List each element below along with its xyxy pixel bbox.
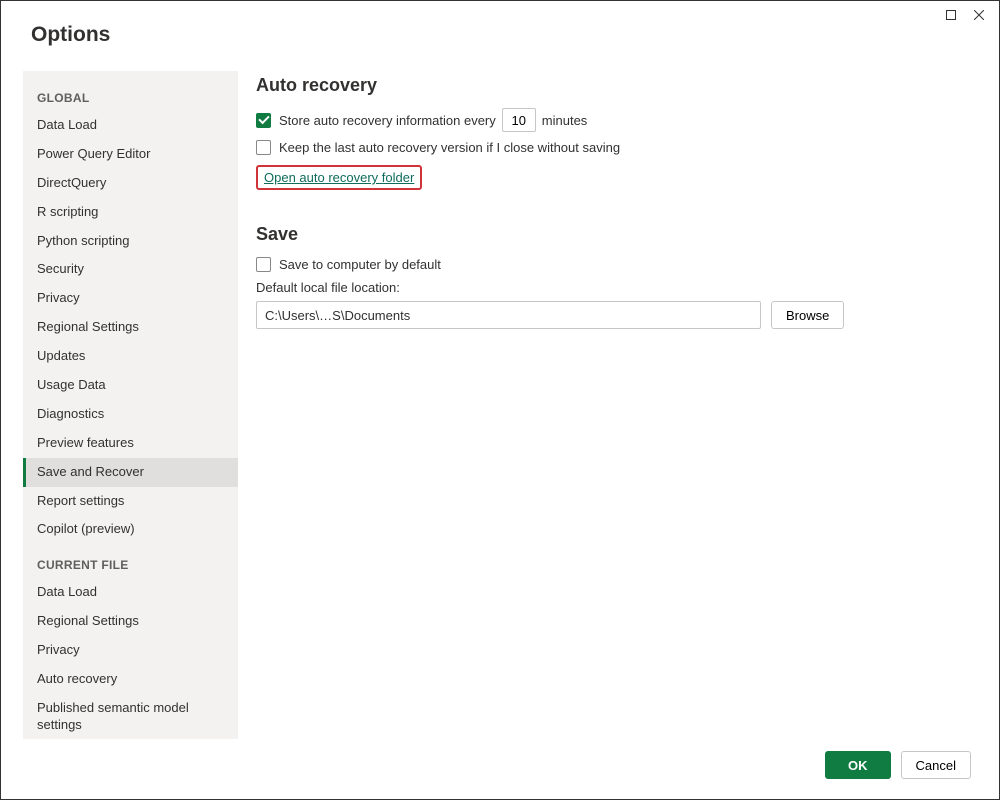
content-pane: Auto recovery Store auto recovery inform… bbox=[256, 71, 977, 739]
maximize-icon bbox=[946, 10, 956, 20]
window-close-button[interactable] bbox=[965, 4, 993, 26]
sidebar-item-published-semantic-model-settings[interactable]: Published semantic model settings bbox=[23, 694, 238, 739]
save-heading: Save bbox=[256, 224, 969, 245]
save-to-computer-label: Save to computer by default bbox=[279, 257, 441, 272]
cancel-button[interactable]: Cancel bbox=[901, 751, 971, 779]
auto-recovery-heading: Auto recovery bbox=[256, 75, 969, 96]
sidebar-item-data-load[interactable]: Data Load bbox=[23, 578, 238, 607]
save-to-computer-row: Save to computer by default bbox=[256, 257, 969, 272]
sidebar-item-privacy[interactable]: Privacy bbox=[23, 284, 238, 313]
sidebar-item-diagnostics[interactable]: Diagnostics bbox=[23, 400, 238, 429]
sidebar-item-report-settings[interactable]: Report settings bbox=[23, 487, 238, 516]
save-to-computer-checkbox[interactable] bbox=[256, 257, 271, 272]
close-icon bbox=[974, 10, 984, 20]
sidebar-item-r-scripting[interactable]: R scripting bbox=[23, 198, 238, 227]
sidebar-item-power-query-editor[interactable]: Power Query Editor bbox=[23, 140, 238, 169]
sidebar-item-copilot-preview-[interactable]: Copilot (preview) bbox=[23, 515, 238, 544]
keep-last-version-label: Keep the last auto recovery version if I… bbox=[279, 140, 620, 155]
store-auto-recovery-checkbox[interactable] bbox=[256, 113, 271, 128]
browse-button[interactable]: Browse bbox=[771, 301, 844, 329]
sidebar-section-header: CURRENT FILE bbox=[23, 544, 238, 578]
sidebar-item-usage-data[interactable]: Usage Data bbox=[23, 371, 238, 400]
sidebar-item-directquery[interactable]: DirectQuery bbox=[23, 169, 238, 198]
store-label-post: minutes bbox=[542, 113, 588, 128]
sidebar-item-python-scripting[interactable]: Python scripting bbox=[23, 227, 238, 256]
sidebar-item-regional-settings[interactable]: Regional Settings bbox=[23, 607, 238, 636]
open-auto-recovery-folder-link[interactable]: Open auto recovery folder bbox=[256, 165, 422, 190]
sidebar-item-save-and-recover[interactable]: Save and Recover bbox=[23, 458, 238, 487]
sidebar: GLOBALData LoadPower Query EditorDirectQ… bbox=[23, 71, 238, 739]
sidebar-item-regional-settings[interactable]: Regional Settings bbox=[23, 313, 238, 342]
window-maximize-button[interactable] bbox=[937, 4, 965, 26]
sidebar-section-header: GLOBAL bbox=[23, 77, 238, 111]
auto-recovery-minutes-input[interactable] bbox=[502, 108, 536, 132]
sidebar-item-preview-features[interactable]: Preview features bbox=[23, 429, 238, 458]
store-auto-recovery-row: Store auto recovery information every mi… bbox=[256, 108, 969, 132]
default-location-input[interactable] bbox=[256, 301, 761, 329]
default-location-label: Default local file location: bbox=[256, 280, 969, 295]
sidebar-item-auto-recovery[interactable]: Auto recovery bbox=[23, 665, 238, 694]
dialog-title: Options bbox=[31, 23, 110, 47]
ok-button[interactable]: OK bbox=[825, 751, 891, 779]
sidebar-item-privacy[interactable]: Privacy bbox=[23, 636, 238, 665]
sidebar-item-updates[interactable]: Updates bbox=[23, 342, 238, 371]
sidebar-item-data-load[interactable]: Data Load bbox=[23, 111, 238, 140]
keep-last-version-row: Keep the last auto recovery version if I… bbox=[256, 140, 969, 155]
keep-last-version-checkbox[interactable] bbox=[256, 140, 271, 155]
sidebar-item-security[interactable]: Security bbox=[23, 255, 238, 284]
store-label-pre: Store auto recovery information every bbox=[279, 113, 496, 128]
